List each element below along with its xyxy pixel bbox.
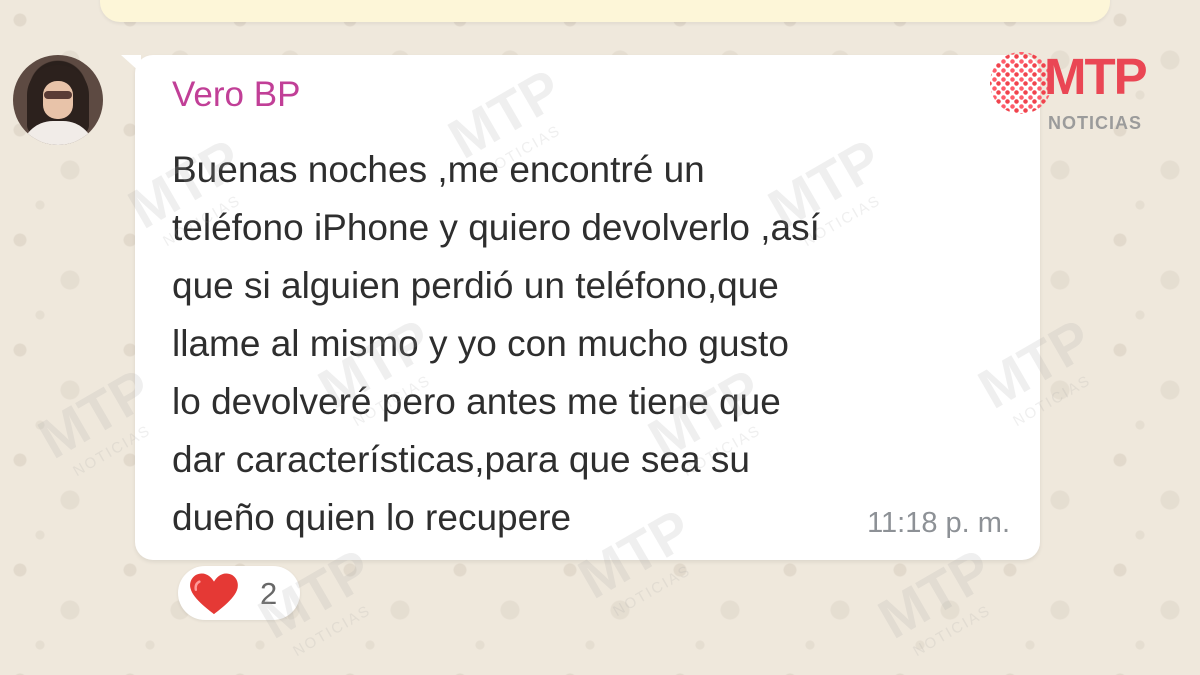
message-bubble[interactable]: Vero BP Buenas noches ,me encontré un te…: [121, 55, 1040, 560]
heart-icon: [190, 573, 238, 615]
avatar[interactable]: [13, 55, 103, 145]
reaction-count: 2: [260, 576, 278, 611]
previous-message-bubble: [100, 0, 1110, 22]
brand-logo: MTP NOTICIAS: [990, 48, 1160, 138]
message-timestamp: 11:18 p. m.: [867, 507, 1010, 539]
sender-name[interactable]: Vero BP: [172, 77, 300, 112]
avatar-glasses: [44, 91, 72, 99]
message-text: Buenas noches ,me encontré un teléfono i…: [172, 149, 820, 538]
logo-mark: MTP: [1044, 48, 1148, 105]
reaction-chip[interactable]: 2: [178, 566, 300, 620]
avatar-face: [43, 81, 73, 119]
logo-dots-icon: [990, 52, 1052, 114]
logo-subtitle: NOTICIAS: [1048, 113, 1143, 133]
